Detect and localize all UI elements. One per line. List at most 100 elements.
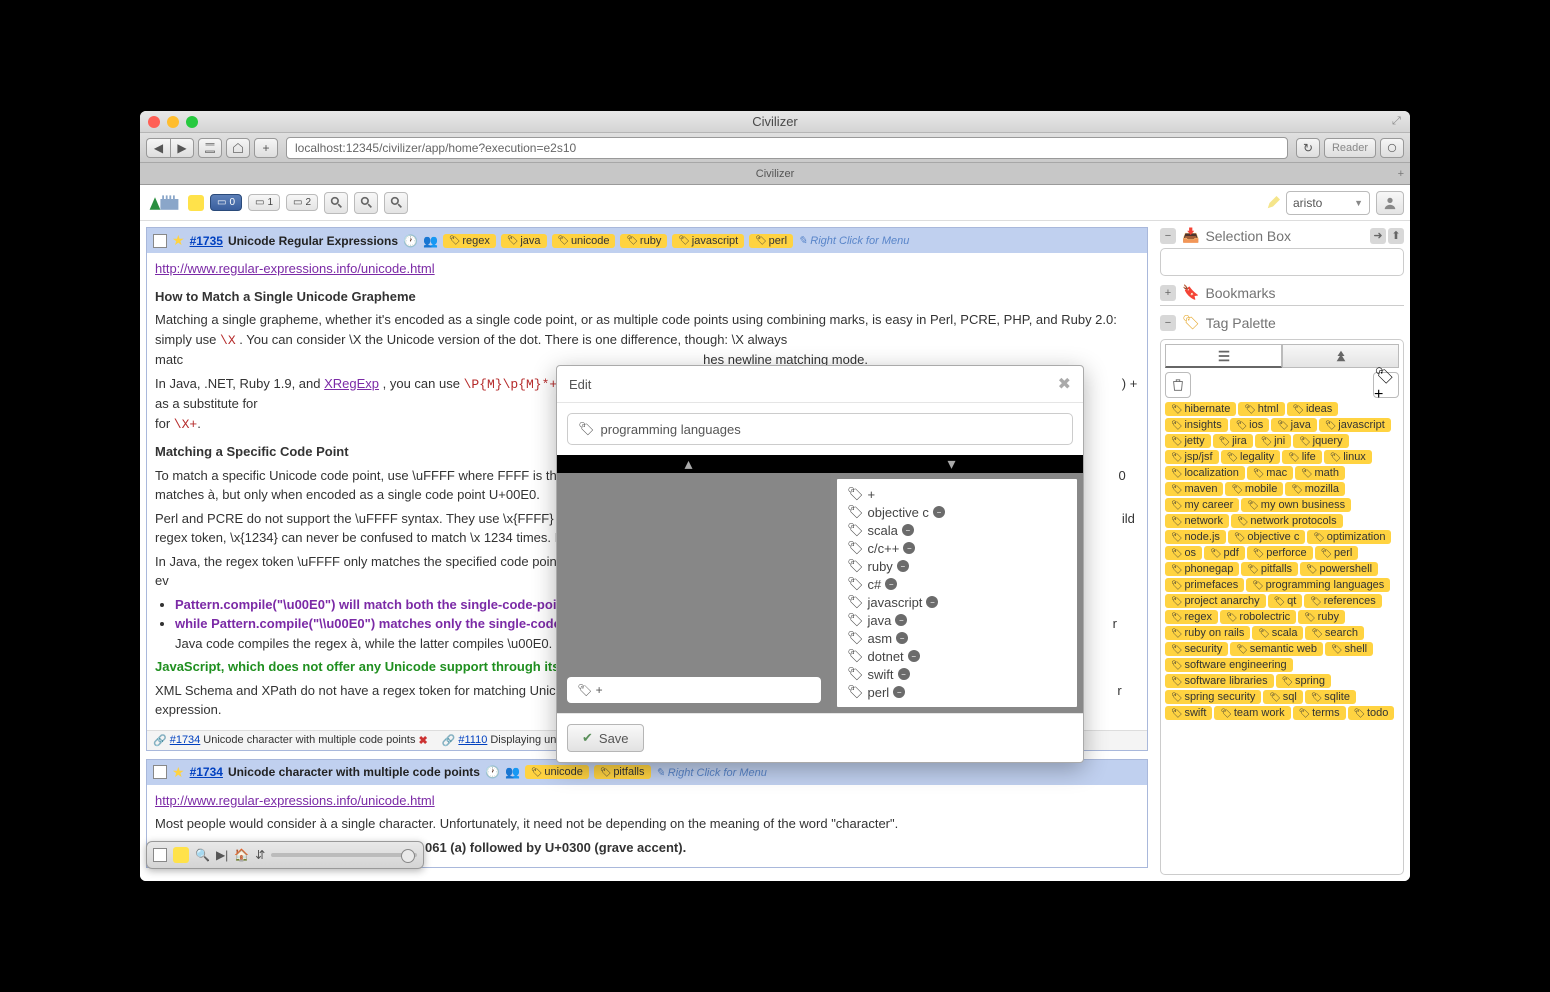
tag-chip[interactable]: life — [1282, 450, 1322, 464]
tag-chip[interactable]: spring — [1276, 674, 1331, 688]
arrow-up-icon[interactable]: ⬆ — [1388, 228, 1404, 244]
remove-child-icon[interactable]: − — [896, 632, 908, 644]
collapse-icon[interactable]: − — [1160, 228, 1176, 244]
tag-chip[interactable]: semantic web — [1230, 642, 1323, 656]
next-icon[interactable]: ▶| — [216, 848, 228, 862]
app-logo[interactable] — [146, 189, 182, 217]
tag-chip[interactable]: pitfalls — [1241, 562, 1298, 576]
tag-chip[interactable]: ruby — [1298, 610, 1345, 624]
remove-child-icon[interactable]: − — [895, 614, 907, 626]
child-tag-item[interactable]: 🏷java− — [847, 611, 1067, 629]
selection-dropzone[interactable] — [1160, 248, 1404, 276]
tag-chip[interactable]: phonegap — [1165, 562, 1239, 576]
home-button[interactable] — [226, 138, 250, 158]
add-button[interactable]: + — [254, 138, 278, 158]
tag-chip[interactable]: maven — [1165, 482, 1223, 496]
tag-name-input[interactable]: 🏷 programming languages — [567, 413, 1073, 445]
tag-chip[interactable]: primefaces — [1165, 578, 1244, 592]
home-icon[interactable]: 🏠 — [234, 848, 249, 862]
tag-chip[interactable]: node.js — [1165, 530, 1226, 544]
tag-chip[interactable]: java — [1271, 418, 1317, 432]
clock-icon[interactable]: 🕐 — [485, 765, 500, 779]
tag-view-list[interactable] — [1165, 344, 1282, 368]
tag-chip[interactable]: search — [1305, 626, 1363, 640]
remove-child-icon[interactable]: − — [933, 506, 945, 518]
remove-child-icon[interactable]: − — [908, 650, 920, 662]
tag-chip[interactable]: jquery — [1293, 434, 1348, 448]
child-tag-item[interactable]: 🏷objective c− — [847, 503, 1067, 521]
fragment-id[interactable]: #1734 — [190, 765, 223, 779]
mini-highlight[interactable] — [173, 847, 189, 863]
search-icon[interactable]: 🔍 — [195, 848, 210, 862]
browser-tab[interactable]: Civilizer — [726, 163, 825, 184]
child-tag-item[interactable]: 🏷ruby− — [847, 557, 1067, 575]
child-tag-item[interactable]: 🏷perl− — [847, 683, 1067, 701]
tag-chip[interactable]: sqlite — [1305, 690, 1356, 704]
tag-chip[interactable]: mac — [1247, 466, 1293, 480]
remove-child-icon[interactable]: − — [902, 524, 914, 536]
tag-chip[interactable]: scala — [1252, 626, 1303, 640]
search-button-1[interactable] — [324, 192, 348, 214]
url-bar[interactable]: localhost:12345/civilizer/app/home?execu… — [286, 137, 1288, 159]
user-button[interactable] — [1376, 191, 1404, 215]
tag-chip[interactable]: spring security — [1165, 690, 1261, 704]
child-tag-item[interactable]: 🏷scala− — [847, 521, 1067, 539]
tag-chip[interactable]: linux — [1324, 450, 1372, 464]
reader-button[interactable]: Reader — [1324, 138, 1376, 158]
tag-chip[interactable]: java — [501, 234, 547, 248]
tag-chip[interactable]: localization — [1165, 466, 1245, 480]
save-button[interactable]: ✔Save — [567, 724, 644, 752]
tag-chip[interactable]: software libraries — [1165, 674, 1274, 688]
tag-chip[interactable]: ruby — [620, 234, 667, 248]
tag-chip[interactable]: terms — [1293, 706, 1346, 720]
tag-chip[interactable]: software engineering — [1165, 658, 1293, 672]
tag-chip[interactable]: qt — [1268, 594, 1303, 608]
tag-chip[interactable]: security — [1165, 642, 1228, 656]
child-tag-item[interactable]: 🏷c#− — [847, 575, 1067, 593]
add-tag-button[interactable]: 🏷+ — [1373, 372, 1399, 398]
tag-chip[interactable]: network — [1165, 514, 1229, 528]
tag-chip[interactable]: pdf — [1204, 546, 1245, 560]
group-icon[interactable]: 👥 — [423, 234, 438, 248]
group-icon[interactable]: 👥 — [505, 765, 520, 779]
tag-chip[interactable]: perl — [1315, 546, 1359, 560]
zoom-slider[interactable] — [271, 853, 417, 857]
child-tag-item[interactable]: 🏷c/c++− — [847, 539, 1067, 557]
collapse-icon[interactable]: − — [1160, 315, 1176, 331]
tag-chip[interactable]: todo — [1348, 706, 1395, 720]
tag-chip[interactable]: ios — [1230, 418, 1270, 432]
move-down-button[interactable]: ▾ — [820, 455, 1083, 473]
bookmarks-button[interactable] — [198, 138, 222, 158]
remove-child-icon[interactable]: − — [885, 578, 897, 590]
add-tag-input[interactable]: 🏷 + — [567, 677, 821, 703]
tag-chip[interactable]: references — [1304, 594, 1381, 608]
tag-chip[interactable]: sql — [1263, 690, 1303, 704]
back-button[interactable]: ◀ — [146, 138, 170, 158]
panel-0-button[interactable]: ▭ 0 — [210, 194, 242, 211]
tag-chip[interactable]: robolectric — [1220, 610, 1296, 624]
tag-chip[interactable]: javascript — [1319, 418, 1391, 432]
link[interactable]: XRegExp — [324, 376, 379, 391]
star-icon[interactable]: ★ — [172, 764, 185, 781]
star-icon[interactable]: ★ — [172, 232, 185, 249]
panel-2-button[interactable]: ▭ 2 — [286, 194, 318, 211]
tag-chip[interactable]: hibernate — [1165, 402, 1236, 416]
tag-chip[interactable]: jetty — [1165, 434, 1211, 448]
tag-chip[interactable]: insights — [1165, 418, 1228, 432]
fullscreen-icon[interactable]: ⤢ — [1392, 115, 1406, 129]
tag-chip[interactable]: jsp/jsf — [1165, 450, 1219, 464]
select-checkbox[interactable] — [153, 234, 167, 248]
expand-icon[interactable]: + — [1160, 285, 1176, 301]
remove-child-icon[interactable]: − — [897, 560, 909, 572]
source-link[interactable]: http://www.regular-expressions.info/unic… — [155, 793, 435, 808]
tag-view-tree[interactable] — [1282, 344, 1399, 368]
mini-toolbar[interactable]: 🔍 ▶| 🏠 ⇵ — [146, 841, 424, 869]
tag-chip[interactable]: regex — [1165, 610, 1218, 624]
tag-chip[interactable]: jni — [1255, 434, 1291, 448]
remove-child-icon[interactable]: − — [926, 596, 938, 608]
clock-icon[interactable]: 🕐 — [403, 234, 418, 248]
user-dropdown[interactable]: aristo▼ — [1286, 191, 1370, 215]
remove-icon[interactable]: ✖ — [418, 734, 427, 747]
new-tab-button[interactable]: + — [1398, 168, 1404, 180]
arrow-right-icon[interactable]: ➜ — [1370, 228, 1386, 244]
